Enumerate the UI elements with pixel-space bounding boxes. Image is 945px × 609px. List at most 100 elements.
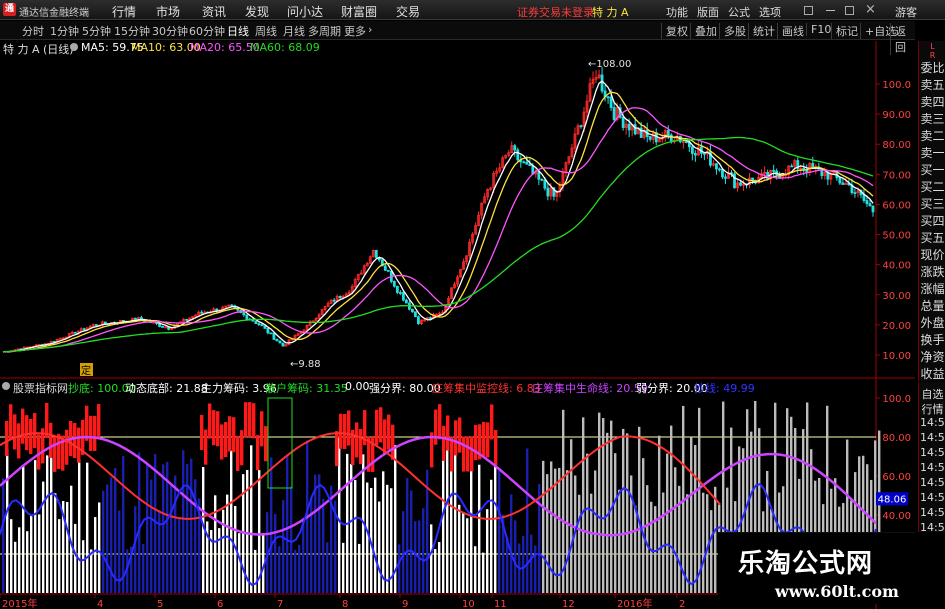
- side-panel-item-5[interactable]: 卖一: [920, 146, 945, 161]
- menu-market[interactable]: 行情: [112, 3, 136, 20]
- indicator-red-bar: [383, 419, 387, 455]
- indicator-red-bar: [45, 402, 49, 439]
- btn-adjust[interactable]: 复权: [661, 23, 688, 39]
- period-weekly[interactable]: 周线: [255, 23, 277, 39]
- candle-body: [513, 145, 517, 151]
- indicator-bar: [78, 458, 81, 593]
- period-30min[interactable]: 30分钟: [152, 23, 188, 39]
- menu-trade[interactable]: 交易: [396, 3, 420, 20]
- indicator-bar: [34, 460, 37, 593]
- indicator-bar: [86, 462, 89, 593]
- period-multi[interactable]: 多周期: [308, 23, 341, 39]
- minimize-icon[interactable]: [826, 10, 835, 11]
- btn-draw[interactable]: 画线: [777, 23, 804, 39]
- side-panel-lower-item-6[interactable]: 14:50: [920, 476, 945, 489]
- indicator-name[interactable]: 股票指标网: [13, 380, 68, 396]
- side-panel-item-2[interactable]: 卖四: [920, 95, 945, 110]
- price-tick-label: 40.00: [882, 261, 911, 272]
- side-panel-lower-item-4[interactable]: 14:50: [920, 446, 945, 459]
- period-more[interactable]: 更多: [344, 23, 366, 39]
- menu-news[interactable]: 资讯: [202, 3, 226, 20]
- settings-dot-icon[interactable]: [70, 43, 78, 51]
- indicator-bar: [102, 490, 105, 593]
- menu-assistant[interactable]: 问小达: [287, 3, 323, 20]
- side-panel-item-7[interactable]: 买二: [920, 180, 945, 195]
- candle-body: [230, 304, 234, 307]
- btn-overlay[interactable]: 叠加: [690, 23, 717, 39]
- side-panel-lower-item-3[interactable]: 14:50: [920, 431, 945, 444]
- indicator-bar: [650, 501, 653, 593]
- btn-f10[interactable]: F10: [806, 23, 831, 36]
- indicator-red-bar: [93, 415, 97, 452]
- side-panel-item-9[interactable]: 买四: [920, 214, 945, 229]
- menu-function[interactable]: 功能: [666, 4, 688, 20]
- candle-body: [383, 265, 387, 271]
- period-intraday[interactable]: 分时: [22, 23, 44, 39]
- time-tick-label: 12: [562, 599, 575, 609]
- side-panel-item-6[interactable]: 买一: [920, 163, 945, 178]
- side-panel-item-14[interactable]: 总量: [920, 299, 945, 314]
- side-panel-item-3[interactable]: 卖三: [920, 112, 945, 127]
- side-panel-lower-item-9[interactable]: 14:50: [920, 521, 945, 534]
- indicator-bar: [538, 484, 541, 593]
- indicator-bar: [322, 498, 325, 593]
- indicator-bar: [522, 536, 525, 593]
- indicator-bar: [386, 484, 389, 593]
- login-status[interactable]: 证券交易未登录: [517, 4, 594, 20]
- indicator-bar: [634, 505, 637, 593]
- side-panel-lower-item-2[interactable]: 14:50: [920, 416, 945, 429]
- side-panel-lower-item-0[interactable]: 自选: [920, 386, 945, 402]
- btn-mark[interactable]: 标记: [831, 23, 858, 39]
- price-tick-label: 20.00: [882, 321, 911, 332]
- indicator-bar: [714, 486, 717, 593]
- period-60min[interactable]: 60分钟: [189, 23, 225, 39]
- period-5min[interactable]: 5分钟: [82, 23, 111, 39]
- menu-exchange[interactable]: 市场: [156, 3, 180, 20]
- side-panel-item-0[interactable]: 委比: [920, 61, 945, 76]
- indicator-bar: [186, 464, 189, 593]
- side-panel-item-10[interactable]: 买五: [920, 231, 945, 246]
- btn-multistock[interactable]: 多股: [719, 23, 746, 39]
- indicator-bar: [434, 549, 437, 593]
- side-panel-item-13[interactable]: 涨幅: [920, 282, 945, 297]
- indicator-red-bar: [248, 402, 252, 438]
- more-chevron-icon[interactable]: ›: [368, 23, 372, 36]
- period-daily[interactable]: 日线: [227, 23, 249, 39]
- side-panel-lower-item-8[interactable]: 14:50: [920, 506, 945, 519]
- btn-stats[interactable]: 统计: [748, 23, 775, 39]
- indicator-settings-icon[interactable]: [2, 382, 10, 390]
- candle-body: [718, 168, 721, 171]
- indicator-red-bar: [391, 424, 395, 460]
- period-1min[interactable]: 1分钟: [50, 23, 79, 39]
- side-panel-lower-item-1[interactable]: 行情: [920, 401, 945, 417]
- menu-discover[interactable]: 发现: [245, 3, 269, 20]
- side-panel-item-15[interactable]: 外盘: [920, 316, 945, 331]
- side-panel-item-8[interactable]: 买三: [920, 197, 945, 212]
- side-panel-item-11[interactable]: 现价: [920, 248, 945, 263]
- menu-wealth[interactable]: 财富圈: [341, 3, 377, 20]
- menu-formula[interactable]: 公式: [728, 4, 750, 20]
- side-panel-lower-item-7[interactable]: 14:50: [920, 491, 945, 504]
- candle-body: [537, 171, 541, 180]
- side-panel-item-16[interactable]: 换手: [920, 333, 945, 348]
- indicator-red-bar: [470, 436, 474, 472]
- restore-icon[interactable]: [804, 6, 813, 15]
- kline-chart[interactable]: 100.090.0080.0070.0060.0050.0040.0030.00…: [0, 41, 915, 609]
- maximize-icon[interactable]: [845, 6, 854, 15]
- side-panel-item-1[interactable]: 卖五: [920, 78, 945, 93]
- period-monthly[interactable]: 月线: [283, 23, 305, 39]
- side-panel-item-12[interactable]: 涨跌: [920, 265, 945, 280]
- app-logo-icon: 通: [3, 3, 16, 16]
- side-panel-item-4[interactable]: 卖二: [920, 129, 945, 144]
- indicator-red-bar: [454, 420, 458, 456]
- indicator-bar: [302, 517, 305, 593]
- close-icon[interactable]: ×: [865, 2, 876, 17]
- menu-options[interactable]: 选项: [759, 4, 781, 20]
- candle-body: [579, 125, 583, 128]
- side-panel-item-17[interactable]: 净资: [920, 350, 945, 365]
- guest-user[interactable]: 游客: [895, 4, 917, 20]
- side-panel-lower-item-5[interactable]: 14:50: [920, 461, 945, 474]
- side-panel-item-18[interactable]: 收益: [920, 367, 945, 382]
- period-15min[interactable]: 15分钟: [114, 23, 150, 39]
- menu-layout[interactable]: 版面: [697, 4, 719, 20]
